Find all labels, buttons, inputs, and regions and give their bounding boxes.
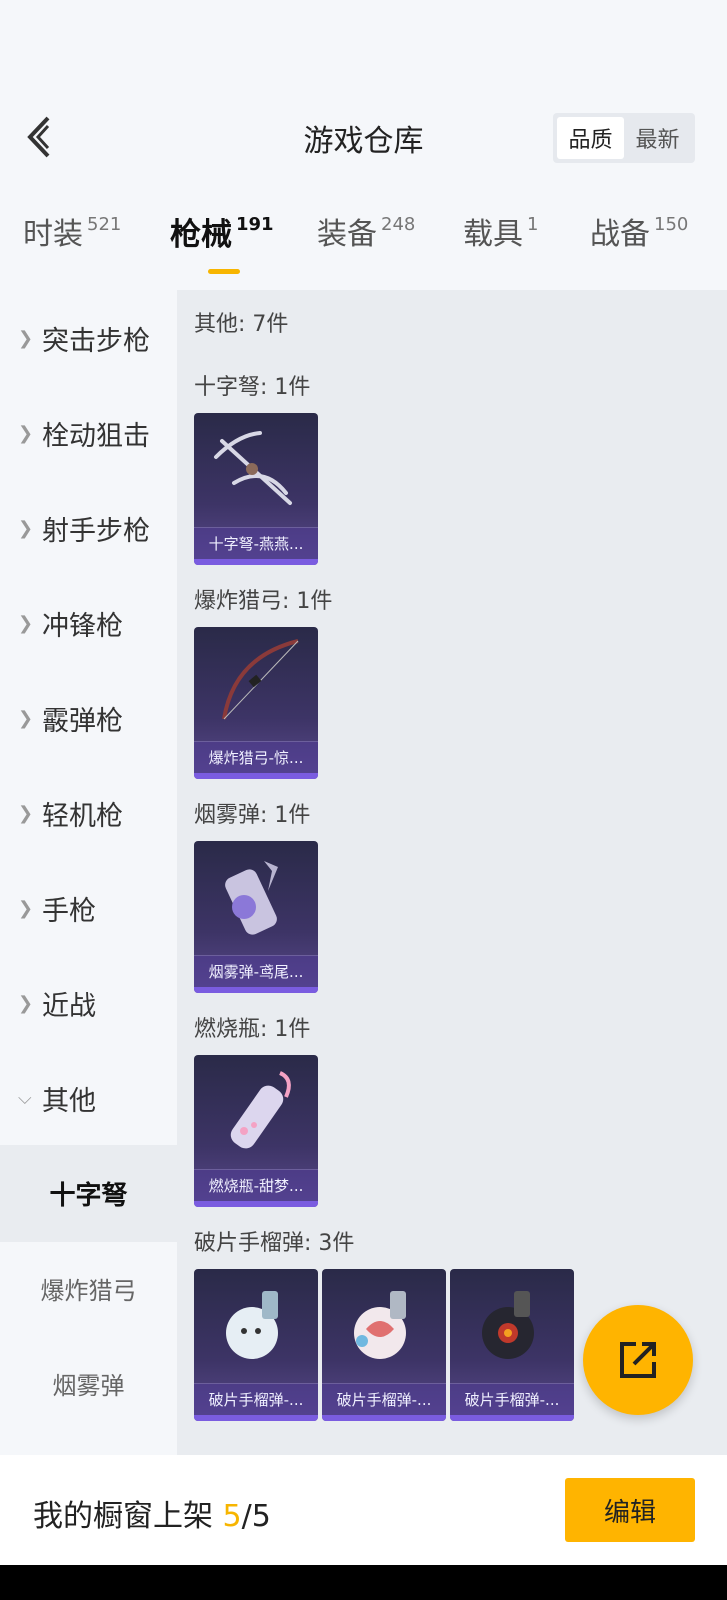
- tab-supplies[interactable]: 战备 150: [590, 215, 688, 255]
- sidebar-item-label: 手枪: [42, 896, 96, 927]
- tab-label: 装备: [317, 217, 377, 252]
- rarity-bar: [194, 1415, 318, 1421]
- sort-toggle: 品质 最新: [553, 113, 695, 163]
- sidebar-item-label: 突击步枪: [42, 326, 150, 357]
- chevron-down-icon: ⌵: [18, 1088, 32, 1109]
- tab-count: 1: [527, 214, 539, 235]
- sort-option-quality[interactable]: 品质: [557, 117, 624, 159]
- rarity-bar: [322, 1415, 446, 1421]
- sidebar-item-other[interactable]: ⌵ 其他: [0, 1050, 177, 1147]
- group-title: 燃烧瓶: 1件: [194, 1017, 311, 1042]
- item-caption: 爆炸猎弓-惊...: [194, 741, 318, 773]
- sidebar-item-melee[interactable]: ❯ 近战: [0, 955, 177, 1052]
- item-card[interactable]: 破片手榴弹-...: [322, 1269, 446, 1421]
- sidebar-item-marksman-rifle[interactable]: ❯ 射手步枪: [0, 480, 177, 577]
- chevron-right-icon: ❯: [18, 708, 34, 729]
- showcase-status: 我的橱窗上架 5/5: [33, 1491, 271, 1535]
- item-card[interactable]: 燃烧瓶-甜梦...: [194, 1055, 318, 1207]
- smoke-grenade-image: [225, 861, 278, 935]
- tab-count: 150: [654, 214, 689, 235]
- edit-button[interactable]: 编辑: [565, 1478, 695, 1542]
- item-card[interactable]: 爆炸猎弓-惊...: [194, 627, 318, 779]
- sort-option-newest[interactable]: 最新: [624, 117, 691, 159]
- sidebar-item-assault-rifle[interactable]: ❯ 突击步枪: [0, 290, 177, 387]
- chevron-right-icon: ❯: [18, 803, 34, 824]
- tab-label: 载具: [463, 217, 523, 252]
- group-title: 十字弩: 1件: [194, 375, 311, 400]
- group-title: 破片手榴弹: 3件: [194, 1231, 355, 1256]
- sidebar-item-smg[interactable]: ❯ 冲锋枪: [0, 575, 177, 672]
- sidebar-item-label: 轻机枪: [42, 801, 123, 832]
- external-link-icon: [620, 1342, 656, 1378]
- sidebar-item-label: 其他: [42, 1086, 96, 1117]
- crossbow-image: [214, 431, 292, 505]
- sidebar-item-label: 射手步枪: [42, 516, 150, 547]
- item-caption: 十字弩-燕燕...: [194, 527, 318, 559]
- rarity-bar: [450, 1415, 574, 1421]
- sidebar-item-label: 霰弹枪: [42, 706, 123, 737]
- sidebar-item-label: 栓动狙击: [42, 421, 150, 452]
- chevron-right-icon: ❯: [18, 518, 34, 539]
- sidebar-item-pistol[interactable]: ❯ 手枪: [0, 860, 177, 957]
- group-title: 烟雾弹: 1件: [194, 803, 311, 828]
- category-tabs: 时装 521 枪械 191 装备 248 载具 1 战备 150: [0, 215, 727, 280]
- rarity-bar: [194, 773, 318, 779]
- frag-grenade-image: [354, 1291, 406, 1359]
- tab-label: 时装: [23, 217, 83, 252]
- tab-firearms[interactable]: 枪械 191: [170, 215, 274, 255]
- item-caption: 烟雾弹-鸢尾...: [194, 955, 318, 987]
- share-button[interactable]: [583, 1305, 693, 1415]
- active-tab-indicator: [208, 269, 240, 274]
- tab-equipment[interactable]: 装备 248: [317, 215, 415, 255]
- item-card[interactable]: 破片手榴弹-...: [194, 1269, 318, 1421]
- item-caption: 燃烧瓶-甜梦...: [194, 1169, 318, 1201]
- sidebar-subitem-crossbow[interactable]: 十字弩: [0, 1145, 177, 1242]
- tab-fashion[interactable]: 时装 521: [23, 215, 121, 255]
- sidebar: ❯ 突击步枪 ❯ 栓动狙击 ❯ 射手步枪 ❯ 冲锋枪 ❯ 霰弹枪 ❯ 轻机枪 ❯…: [0, 290, 177, 1455]
- showcase-total: 5: [251, 1499, 271, 1534]
- showcase-label: 我的橱窗上架: [33, 1499, 213, 1534]
- sidebar-item-label: 近战: [42, 991, 96, 1022]
- sidebar-subitem-explosive-bow[interactable]: 爆炸猎弓: [0, 1240, 177, 1337]
- chevron-right-icon: ❯: [18, 898, 34, 919]
- bow-image: [222, 639, 299, 720]
- item-card[interactable]: 烟雾弹-鸢尾...: [194, 841, 318, 993]
- item-caption: 破片手榴弹-...: [450, 1383, 574, 1415]
- item-card[interactable]: 十字弩-燕燕...: [194, 413, 318, 565]
- frag-grenade-image: [226, 1291, 278, 1359]
- tab-vehicles[interactable]: 载具 1: [463, 215, 538, 255]
- tab-label: 战备: [590, 217, 650, 252]
- sidebar-item-shotgun[interactable]: ❯ 霰弹枪: [0, 670, 177, 767]
- sidebar-subitem-smoke-grenade[interactable]: 烟雾弹: [0, 1335, 177, 1432]
- sidebar-item-lmg[interactable]: ❯ 轻机枪: [0, 765, 177, 862]
- chevron-right-icon: ❯: [18, 328, 34, 349]
- rarity-bar: [194, 987, 318, 993]
- item-card[interactable]: 破片手榴弹-...: [450, 1269, 574, 1421]
- chevron-right-icon: ❯: [18, 993, 34, 1014]
- sidebar-item-bolt-sniper[interactable]: ❯ 栓动狙击: [0, 385, 177, 482]
- sidebar-item-label: 冲锋枪: [42, 611, 123, 642]
- tab-count: 191: [236, 214, 274, 235]
- tab-count: 521: [87, 214, 122, 235]
- rarity-bar: [194, 1201, 318, 1207]
- molotov-image: [230, 1071, 291, 1149]
- item-caption: 破片手榴弹-...: [322, 1383, 446, 1415]
- showcase-current: 5: [222, 1499, 242, 1534]
- chevron-right-icon: ❯: [18, 613, 34, 634]
- chevron-right-icon: ❯: [18, 423, 34, 444]
- footer-bar: 我的橱窗上架 5/5 编辑: [0, 1455, 727, 1565]
- frag-grenade-image: [482, 1291, 534, 1359]
- rarity-bar: [194, 559, 318, 565]
- item-list: 其他: 7件 十字弩: 1件 十字弩-燕燕... 爆炸猎弓: 1件 爆炸猎弓-惊…: [177, 290, 727, 1455]
- group-title: 爆炸猎弓: 1件: [194, 589, 333, 614]
- header: 游戏仓库 品质 最新 时装 521 枪械 191 装备 248 载具 1 战备 …: [0, 0, 727, 290]
- showcase-separator: /: [241, 1499, 252, 1534]
- system-nav-bar: [0, 1565, 727, 1600]
- summary-count: 其他: 7件: [194, 312, 289, 337]
- item-caption: 破片手榴弹-...: [194, 1383, 318, 1415]
- tab-count: 248: [381, 214, 416, 235]
- tab-label: 枪械: [170, 217, 232, 253]
